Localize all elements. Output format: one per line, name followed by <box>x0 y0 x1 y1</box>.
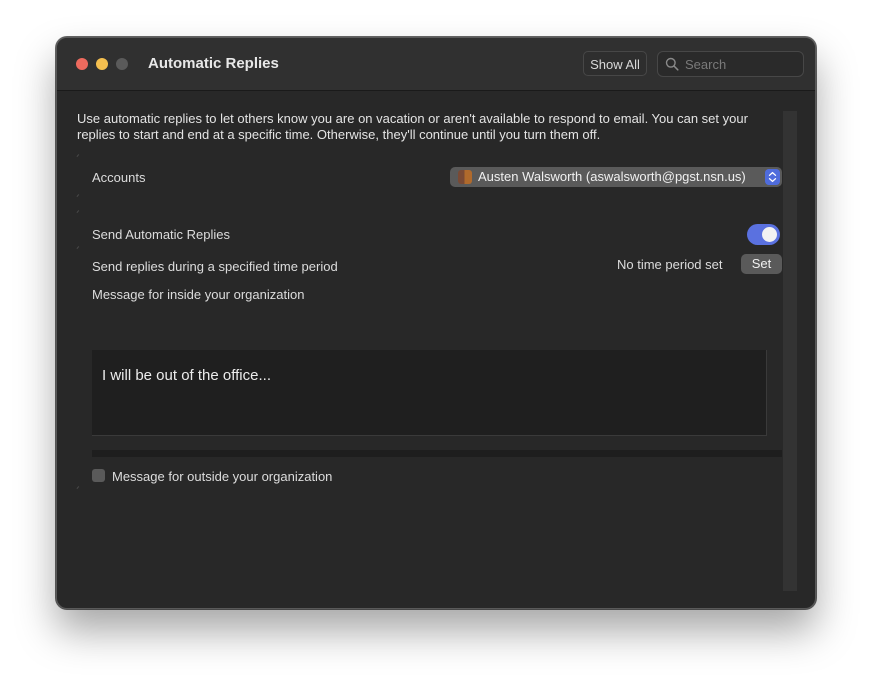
outside-message-checkbox[interactable] <box>92 469 105 482</box>
close-window-button[interactable] <box>76 58 88 70</box>
search-field[interactable]: Search <box>657 51 804 77</box>
inside-message-text: I will be out of the office... <box>102 367 271 384</box>
account-select[interactable]: Austen Walsworth (aswalsworth@pgst.nsn.u… <box>450 167 782 187</box>
description-text: Use automatic replies to let others know… <box>77 111 748 142</box>
divider-tick <box>76 210 82 215</box>
account-select-value: Austen Walsworth (aswalsworth@pgst.nsn.u… <box>478 169 746 184</box>
preferences-content: Use automatic replies to let others know… <box>57 91 815 608</box>
toggle-knob <box>762 227 777 242</box>
search-placeholder: Search <box>685 57 727 72</box>
show-all-button[interactable]: Show All <box>583 51 647 76</box>
chevron-up-down-icon <box>765 169 780 185</box>
accounts-label: Accounts <box>92 170 146 185</box>
divider-tick <box>76 486 82 491</box>
scrollbar-track[interactable] <box>783 111 797 591</box>
divider-tick <box>76 246 82 251</box>
account-avatar <box>458 170 472 184</box>
set-time-period-button[interactable]: Set <box>741 254 782 274</box>
inside-message-label: Message for inside your organization <box>92 287 305 302</box>
search-icon <box>665 57 679 71</box>
divider-tick <box>76 154 82 159</box>
zoom-window-button[interactable] <box>116 58 128 70</box>
divider-tick <box>76 194 82 199</box>
time-period-status: No time period set <box>617 257 723 272</box>
minimize-window-button[interactable] <box>96 58 108 70</box>
window-title: Automatic Replies <box>148 55 279 72</box>
outside-message-label[interactable]: Message for outside your organization <box>112 469 332 484</box>
message-box-footer <box>92 450 782 457</box>
automatic-replies-window: Automatic Replies Show All Search Use au… <box>56 37 816 609</box>
send-automatic-replies-toggle[interactable] <box>747 224 780 245</box>
send-automatic-replies-label: Send Automatic Replies <box>92 227 231 242</box>
title-bar: Automatic Replies Show All Search <box>57 38 815 91</box>
time-period-label: Send replies during a specified time per… <box>92 259 338 274</box>
inside-message-textarea[interactable]: I will be out of the office... <box>92 350 767 436</box>
